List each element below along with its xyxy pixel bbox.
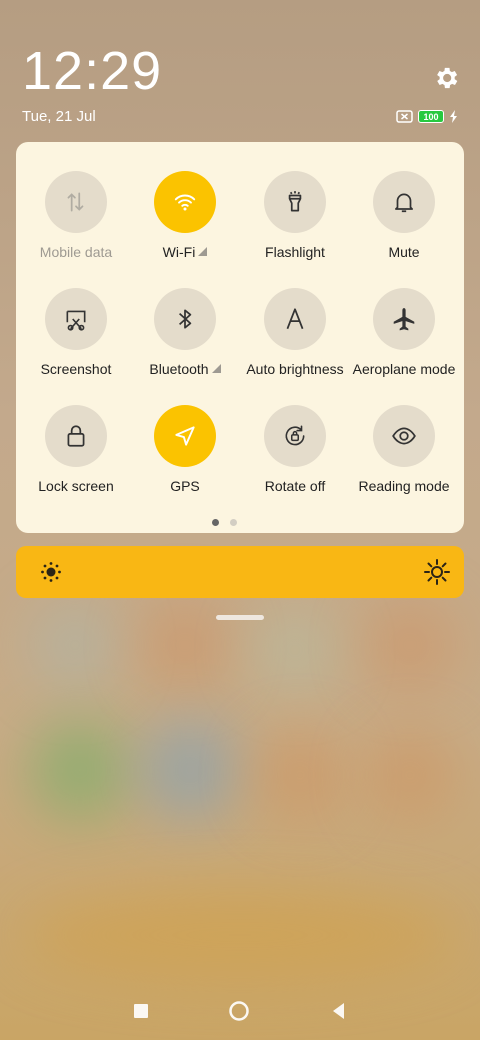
mobile-data-icon [67,192,84,212]
tile-label-text: Bluetooth [149,361,209,377]
no-sim-icon [396,110,413,123]
wallpaper-blob [250,610,340,690]
battery-icon: 100 [418,110,444,123]
brightness-low-icon [41,562,61,582]
tile-label-text: Rotate off [264,478,326,494]
wallpaper-blob [140,600,230,690]
tile-label-text: Reading mode [358,478,450,494]
tile-wifi[interactable]: Wi-Fi [130,171,240,260]
tile-label: Mute [349,244,459,260]
bell-icon [395,193,413,213]
tile-label: Wi-Fi [130,244,240,260]
tile-label-text: Lock screen [38,478,114,494]
tile-mobile-data[interactable]: Mobile data [21,171,131,260]
wallpaper-blob [30,600,120,690]
tile-label: Rotate off [240,478,350,494]
tile-label-text: Mobile data [39,244,113,260]
tile-label: Reading mode [349,478,459,494]
tile-label: Screenshot [21,361,131,377]
tile-flashlight[interactable]: Flashlight [240,171,350,260]
back-button-icon[interactable] [328,1000,350,1022]
tile-label: Auto brightness [240,361,350,377]
page-indicator [212,519,237,526]
wallpaper-blob [365,730,455,820]
charging-bolt-icon [450,110,457,123]
wallpaper-blob [365,600,455,690]
auto-brightness-icon [286,308,304,330]
tile-label-text: Aeroplane mode [352,361,456,377]
panel-drag-handle[interactable] [216,615,264,620]
tile-auto-brightness[interactable]: Auto brightness [240,288,350,377]
eye-icon [392,427,416,445]
clock[interactable]: 12:29 [22,40,162,102]
settings-gear-icon[interactable] [432,64,460,92]
tile-screenshot[interactable]: Screenshot [21,288,131,377]
lock-icon [67,425,85,447]
mobile-data-toggle[interactable] [45,171,107,233]
rotate-lock-icon [285,425,305,446]
tile-label: Aeroplane mode [349,361,459,377]
tile-label: Mobile data [21,244,131,260]
page-dot-active[interactable] [212,519,219,526]
tile-label-text: Wi-Fi [162,244,196,260]
tile-airplane[interactable]: Aeroplane mode [349,288,459,377]
expand-corner-icon [211,364,221,373]
tile-label: Lock screen [21,478,131,494]
brightness-slider[interactable] [16,546,464,598]
wallpaper-blob [30,720,130,820]
bluetooth-icon [179,309,192,329]
recents-button-icon[interactable] [130,1000,152,1022]
tile-label-text: GPS [170,478,200,494]
tile-bell[interactable]: Mute [349,171,459,260]
bluetooth-toggle[interactable] [154,288,216,350]
tile-label: Flashlight [240,244,350,260]
tile-eye[interactable]: Reading mode [349,405,459,494]
flashlight-toggle[interactable] [264,171,326,233]
tile-label: GPS [130,478,240,494]
gps-arrow-icon [175,426,195,446]
expand-corner-icon [198,247,208,256]
tile-bluetooth[interactable]: Bluetooth [130,288,240,377]
wifi-icon [174,194,196,211]
auto-brightness-toggle[interactable] [264,288,326,350]
tile-label-text: Screenshot [40,361,112,377]
wifi-toggle[interactable] [154,171,216,233]
home-button-icon[interactable] [228,1000,250,1022]
wallpaper-blob [255,730,345,820]
tile-rotate-lock[interactable]: Rotate off [240,405,350,494]
page-dot[interactable] [230,519,237,526]
airplane-toggle[interactable] [373,288,435,350]
airplane-icon [393,308,415,331]
brightness-high-icon [424,559,450,585]
tile-label-text: Flashlight [265,244,325,260]
battery-level: 100 [423,111,439,122]
tile-label: Bluetooth [130,361,240,377]
tile-label-text: Auto brightness [246,361,344,377]
status-icons: 100 [396,110,458,123]
wallpaper-blob [20,890,460,980]
rotate-lock-toggle[interactable] [264,405,326,467]
tile-label-text: Mute [388,244,420,260]
eye-toggle[interactable] [373,405,435,467]
gps-arrow-toggle[interactable] [154,405,216,467]
tile-lock[interactable]: Lock screen [21,405,131,494]
quick-settings-panel: Mobile data Wi-Fi Flashlight Mute Screenshot… [16,142,464,533]
lock-toggle[interactable] [45,405,107,467]
screenshot-toggle[interactable] [45,288,107,350]
flashlight-icon [288,191,302,212]
wallpaper-blob [140,720,240,820]
date[interactable]: Tue, 21 Jul [22,108,96,125]
bell-toggle[interactable] [373,171,435,233]
tile-gps-arrow[interactable]: GPS [130,405,240,494]
screenshot-icon [66,310,86,331]
